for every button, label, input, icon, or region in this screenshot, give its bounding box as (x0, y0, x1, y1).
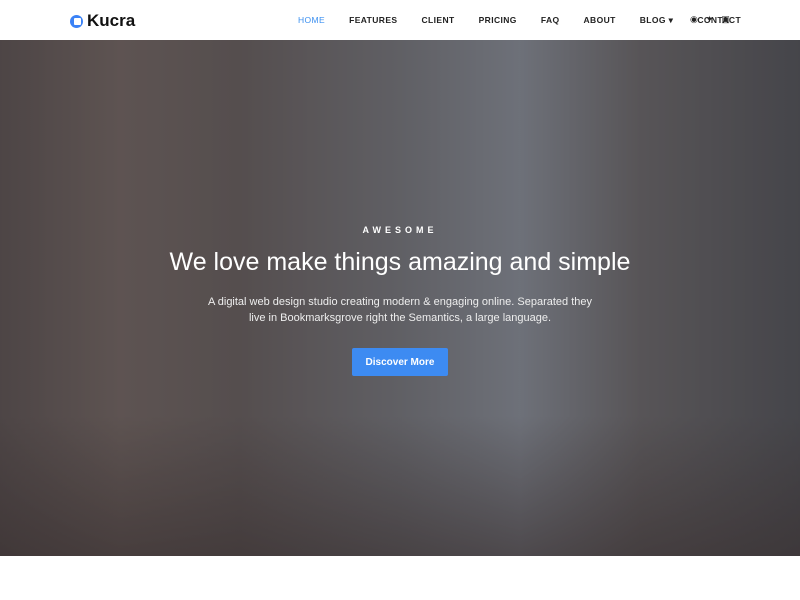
logo-icon (70, 14, 83, 28)
hero-title: We love make things amazing and simple (169, 248, 631, 276)
facebook-icon[interactable]: ◉ (690, 14, 698, 25)
brand-logo[interactable]: Kucra (70, 11, 135, 31)
hero-kicker: AWESOME (362, 225, 438, 235)
instagram-icon[interactable]: ▣ (721, 14, 730, 25)
nav-home[interactable]: HOME (298, 15, 325, 26)
top-navbar: Kucra HOME FEATURES CLIENT PRICING FAQ A… (0, 0, 800, 40)
nav-client[interactable]: CLIENT (422, 15, 455, 26)
nav-blog-dropdown[interactable]: BLOG ▾ (640, 15, 674, 26)
nav-faq[interactable]: FAQ (541, 15, 560, 26)
nav-pricing[interactable]: PRICING (479, 15, 517, 26)
nav-about[interactable]: ABOUT (584, 15, 616, 26)
hero-subtitle: A digital web design studio creating mod… (207, 296, 593, 324)
discover-more-button[interactable]: Discover More (352, 348, 448, 376)
twitter-icon[interactable]: ✦ (706, 14, 714, 25)
brand-name: Kucra (87, 11, 136, 30)
nav-features[interactable]: FEATURES (349, 15, 397, 26)
hero-section: AWESOME We love make things amazing and … (0, 40, 800, 556)
social-links: ◉ ✦ ▣ (690, 14, 730, 25)
